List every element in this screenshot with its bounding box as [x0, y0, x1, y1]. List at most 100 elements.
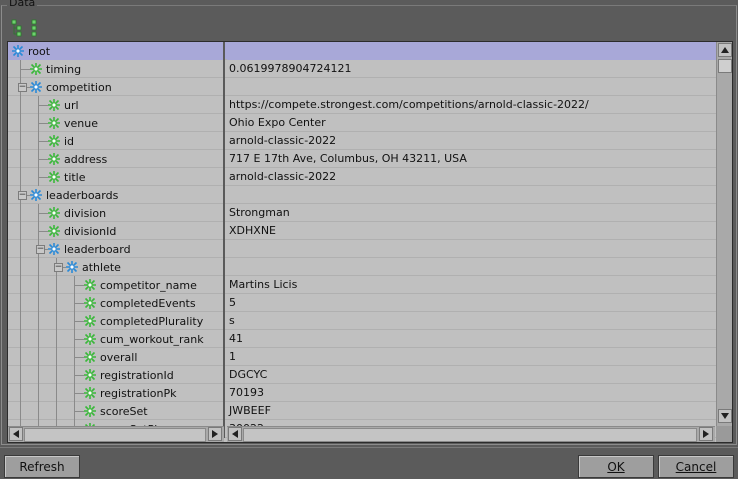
- tree-value-cell: Martins Licis: [229, 278, 298, 291]
- tree-name-cell: root: [8, 42, 225, 60]
- tree-value-cell: 5: [229, 296, 236, 309]
- tree-connector-line: [20, 402, 21, 420]
- collapse-toggle-icon[interactable]: −: [18, 190, 27, 200]
- tree-node: url: [47, 96, 79, 114]
- tree-row[interactable]: completedEvents 5: [8, 294, 717, 312]
- value-node-icon: [83, 386, 97, 400]
- dialog-footer: Refresh OK Cancel: [0, 447, 738, 479]
- value-node-icon: [29, 62, 43, 76]
- tree-row[interactable]: registrationId DGCYC: [8, 366, 717, 384]
- tree-connector-line: [20, 276, 21, 294]
- data-tree[interactable]: root timing 0.0619978904724121 − competition…: [7, 41, 733, 443]
- tree-row[interactable]: id arnold-classic-2022: [8, 132, 717, 150]
- value-node-icon: [47, 224, 61, 238]
- tree-row[interactable]: competitor_name Martins Licis: [8, 276, 717, 294]
- tree-connector-line: [20, 114, 21, 132]
- tree-node: scoreSet: [83, 402, 148, 420]
- tree-connector-line: [56, 366, 57, 384]
- tree-name-cell: id: [8, 132, 225, 150]
- tree-name-cell: cum_workout_rank: [8, 330, 225, 348]
- tree-connector-line: [20, 348, 21, 366]
- tree-connector-line: [38, 276, 39, 294]
- tree-name-cell: division: [8, 204, 225, 222]
- tree-value-cell: 717 E 17th Ave, Columbus, OH 43211, USA: [229, 152, 467, 165]
- tree-row[interactable]: url https://compete.strongest.com/competi…: [8, 96, 717, 114]
- tree-value-cell: arnold-classic-2022: [229, 170, 337, 183]
- tree-node-label: athlete: [82, 260, 121, 274]
- tree-row[interactable]: − competition: [8, 78, 717, 96]
- tree-row[interactable]: registrationPk 70193: [8, 384, 717, 402]
- tree-value-cell: Ohio Expo Center: [229, 116, 326, 129]
- collapse-toggle-icon[interactable]: −: [54, 262, 63, 272]
- name-hscroll-thumb[interactable]: [24, 428, 206, 442]
- collapse-all-icon[interactable]: [30, 19, 48, 37]
- tree-value-cell: 1: [229, 350, 236, 363]
- value-node-icon: [47, 170, 61, 184]
- tree-row[interactable]: overall 1: [8, 348, 717, 366]
- value-hscroll-thumb[interactable]: [243, 428, 697, 442]
- value-node-icon: [47, 152, 61, 166]
- value-node-icon: [47, 116, 61, 130]
- tree-row[interactable]: title arnold-classic-2022: [8, 168, 717, 186]
- scroll-up-arrow-icon[interactable]: [718, 43, 732, 57]
- tree-connector-line: [56, 384, 57, 402]
- tree-row[interactable]: division Strongman: [8, 204, 717, 222]
- collapse-toggle-icon[interactable]: −: [18, 82, 27, 92]
- tree-connector-line: [20, 96, 21, 114]
- tree-value-cell: [227, 240, 717, 258]
- tree-row[interactable]: − athlete: [8, 258, 717, 276]
- ok-button[interactable]: OK: [578, 455, 654, 478]
- value-node-icon: [47, 206, 61, 220]
- tree-node: venue: [47, 114, 98, 132]
- name-column-hscrollbar[interactable]: [8, 426, 224, 442]
- scroll-left-arrow-icon[interactable]: [228, 427, 242, 441]
- tree-node: cum_workout_rank: [83, 330, 204, 348]
- tree-row[interactable]: root: [8, 42, 717, 60]
- tree-node: − leaderboard: [36, 240, 131, 258]
- refresh-button[interactable]: Refresh: [4, 455, 80, 478]
- tree-name-cell: title: [8, 168, 225, 186]
- value-node-icon: [47, 134, 61, 148]
- cancel-button[interactable]: Cancel: [658, 455, 734, 478]
- vertical-scrollbar[interactable]: [716, 42, 732, 426]
- tree-connector-line: [20, 132, 21, 150]
- tree-connector-line: [56, 312, 57, 330]
- vertical-scroll-thumb[interactable]: [718, 59, 732, 73]
- value-node-icon: [83, 314, 97, 328]
- tree-row[interactable]: − leaderboards: [8, 186, 717, 204]
- tree-row[interactable]: venue Ohio Expo Center: [8, 114, 717, 132]
- tree-node-label: id: [64, 134, 75, 148]
- scroll-down-arrow-icon[interactable]: [718, 409, 732, 423]
- tree-connector-line: [20, 150, 21, 168]
- tree-node: title: [47, 168, 86, 186]
- tree-row[interactable]: timing 0.0619978904724121: [8, 60, 717, 78]
- tree-row[interactable]: scoreSet JWBEEF: [8, 402, 717, 420]
- scroll-right-arrow-icon[interactable]: [208, 427, 222, 441]
- scroll-left-arrow-icon[interactable]: [9, 427, 23, 441]
- tree-node-label: registrationPk: [100, 386, 177, 400]
- value-column-hscrollbar[interactable]: [227, 426, 715, 442]
- tree-node-label: scoreSet: [100, 404, 148, 418]
- object-node-icon: [47, 242, 61, 256]
- scrollbar-corner: [716, 426, 732, 442]
- scroll-right-arrow-icon[interactable]: [699, 427, 713, 441]
- object-node-icon: [29, 188, 43, 202]
- expand-all-icon[interactable]: [10, 19, 28, 37]
- tree-name-cell: registrationId: [8, 366, 225, 384]
- tree-connector-line: [38, 348, 39, 366]
- tree-row[interactable]: address 717 E 17th Ave, Columbus, OH 4321…: [8, 150, 717, 168]
- tree-connector-line: [38, 402, 39, 420]
- tree-node: completedPlurality: [83, 312, 203, 330]
- tree-name-cell: − leaderboards: [8, 186, 225, 204]
- tree-row[interactable]: completedPlurality s: [8, 312, 717, 330]
- tree-row[interactable]: cum_workout_rank 41: [8, 330, 717, 348]
- tree-row[interactable]: − leaderboard: [8, 240, 717, 258]
- collapse-toggle-icon[interactable]: −: [36, 244, 45, 254]
- tree-connector-line: [56, 330, 57, 348]
- tree-node: id: [47, 132, 74, 150]
- value-node-icon: [83, 350, 97, 364]
- tree-row[interactable]: divisionId XDHXNE: [8, 222, 717, 240]
- tree-name-cell: completedEvents: [8, 294, 225, 312]
- tree-value-cell: 0.0619978904724121: [229, 62, 352, 75]
- tree-node-label: completedPlurality: [100, 314, 204, 328]
